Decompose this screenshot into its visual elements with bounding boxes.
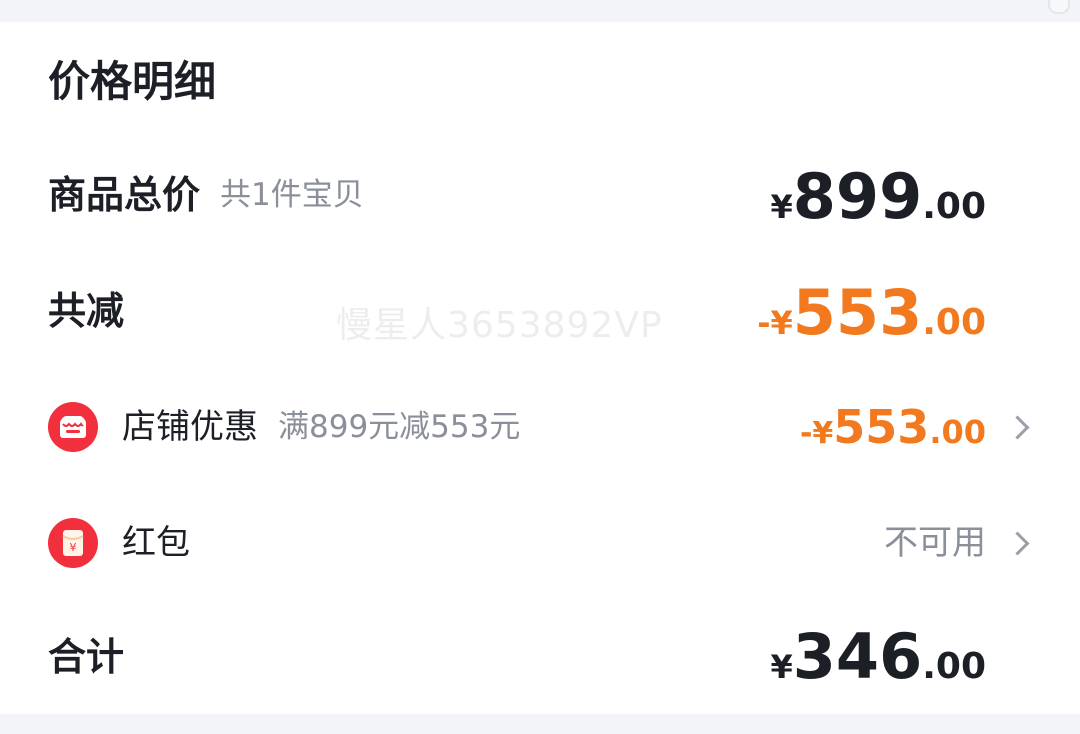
price-integer: 899 xyxy=(792,160,923,233)
page-title: 价格明细 xyxy=(48,57,217,106)
red-envelope-icon: ¥ xyxy=(48,518,98,568)
watermark-text: 慢星人3653892VP xyxy=(336,305,663,346)
total-reduction-label: 共减 xyxy=(48,289,125,333)
store-discount-price[interactable]: -¥ 553 .00 xyxy=(800,400,986,454)
price-decimal: .00 xyxy=(922,646,986,687)
discount-integer: 553 xyxy=(833,400,930,454)
discount-prefix: -¥ xyxy=(799,416,834,451)
corner-handle xyxy=(1048,0,1070,14)
goods-count-text: 共1件宝贝 xyxy=(220,177,364,213)
store-icon xyxy=(48,402,98,452)
svg-text:¥: ¥ xyxy=(70,541,77,554)
bottom-strip xyxy=(0,714,1080,734)
reduction-integer: 553 xyxy=(792,276,923,349)
grand-total-label: 合计 xyxy=(48,635,125,679)
discount-decimal: .00 xyxy=(929,413,986,451)
price-detail-card xyxy=(0,22,1080,714)
red-packet-label: 红包 xyxy=(122,523,190,563)
grand-total-price: ¥ 346 .00 xyxy=(771,620,986,693)
top-strip xyxy=(0,0,1080,22)
goods-total-price: ¥ 899 .00 xyxy=(771,160,986,233)
store-discount-label: 店铺优惠 xyxy=(122,407,258,447)
price-decimal: .00 xyxy=(922,186,986,227)
currency-symbol: ¥ xyxy=(770,188,793,226)
currency-symbol: ¥ xyxy=(770,648,793,686)
red-packet-status: 不可用 xyxy=(884,523,986,563)
reduction-prefix: -¥ xyxy=(757,304,793,342)
total-reduction-price: -¥ 553 .00 xyxy=(757,276,986,349)
store-discount-rule: 满899元减553元 xyxy=(278,409,521,445)
reduction-decimal: .00 xyxy=(922,302,986,343)
price-integer: 346 xyxy=(792,620,923,693)
goods-total-label: 商品总价 xyxy=(48,173,201,217)
